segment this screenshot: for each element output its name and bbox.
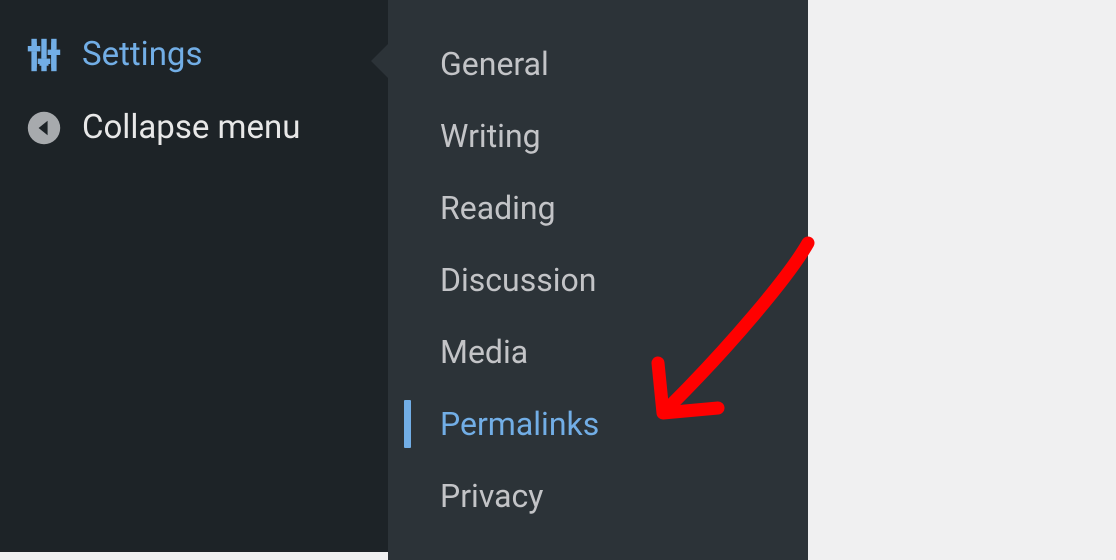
- submenu-item-reading[interactable]: Reading: [388, 172, 808, 244]
- submenu-item-label: Discussion: [440, 261, 596, 299]
- submenu-item-writing[interactable]: Writing: [388, 100, 808, 172]
- submenu-item-privacy[interactable]: Privacy: [388, 460, 808, 532]
- submenu-item-discussion[interactable]: Discussion: [388, 244, 808, 316]
- submenu-item-label: General: [440, 45, 549, 83]
- submenu-item-general[interactable]: General: [388, 28, 808, 100]
- sliders-icon: [26, 37, 62, 73]
- submenu-item-permalinks[interactable]: Permalinks: [388, 388, 808, 460]
- settings-submenu: General Writing Reading Discussion Media…: [388, 0, 808, 560]
- submenu-item-label: Reading: [440, 189, 556, 227]
- submenu-pointer-icon: [371, 44, 388, 78]
- sidebar-item-label: Collapse menu: [82, 108, 300, 147]
- sidebar-item-label: Settings: [82, 35, 203, 74]
- submenu-item-label: Media: [440, 333, 528, 371]
- admin-sidebar: Settings Collapse menu: [0, 0, 388, 552]
- sidebar-item-collapse[interactable]: Collapse menu: [0, 96, 388, 159]
- submenu-item-label: Privacy: [440, 477, 543, 515]
- sidebar-item-settings[interactable]: Settings: [0, 0, 388, 96]
- submenu-item-media[interactable]: Media: [388, 316, 808, 388]
- collapse-icon: [26, 110, 62, 146]
- submenu-item-label: Writing: [440, 117, 541, 155]
- submenu-item-label: Permalinks: [440, 405, 599, 443]
